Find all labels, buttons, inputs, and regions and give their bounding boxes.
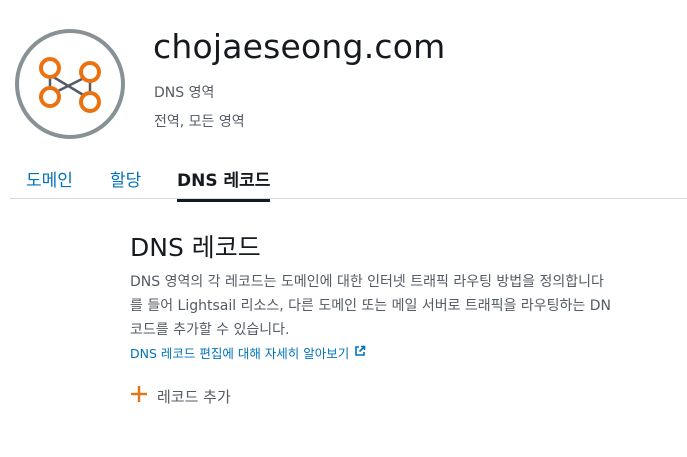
tab-dns-records[interactable]: DNS 레코드 (177, 166, 271, 202)
tab-bar: 도메인 할당 DNS 레코드 (10, 160, 687, 202)
description-line: 코드를 추가할 수 있습니다. (130, 322, 290, 338)
zone-type-label: DNS 영역 (154, 85, 215, 101)
add-record-button[interactable]: 레코드 추가 (130, 385, 231, 407)
external-link-icon (354, 345, 366, 360)
page-title: chojaeseong.com (153, 27, 446, 66)
section-description: DNS 영역의 각 레코드는 도메인에 대한 인터넷 트래픽 라우팅 방법을 정… (130, 270, 687, 342)
zone-region-label: 전역, 모든 영역 (154, 114, 245, 130)
page: chojaeseong.com DNS 영역 전역, 모든 영역 도메인 할당 … (0, 0, 687, 457)
plus-icon (130, 385, 148, 407)
description-line: DNS 영역의 각 레코드는 도메인에 대한 인터넷 트래픽 라우팅 방법을 정… (130, 274, 604, 290)
description-line: 를 들어 Lightsail 리소스, 다른 도메인 또는 메일 서버로 트래픽… (130, 298, 612, 314)
learn-more-link-label: DNS 레코드 편집에 대해 자세히 알아보기 (130, 346, 350, 361)
add-record-label: 레코드 추가 (157, 387, 231, 406)
section-title: DNS 레코드 (130, 233, 261, 262)
tab-domains[interactable]: 도메인 (26, 166, 73, 191)
tab-assignments[interactable]: 할당 (110, 166, 141, 191)
learn-more-link[interactable]: DNS 레코드 편집에 대해 자세히 알아보기 (130, 343, 366, 362)
dns-zone-icon (13, 27, 127, 141)
